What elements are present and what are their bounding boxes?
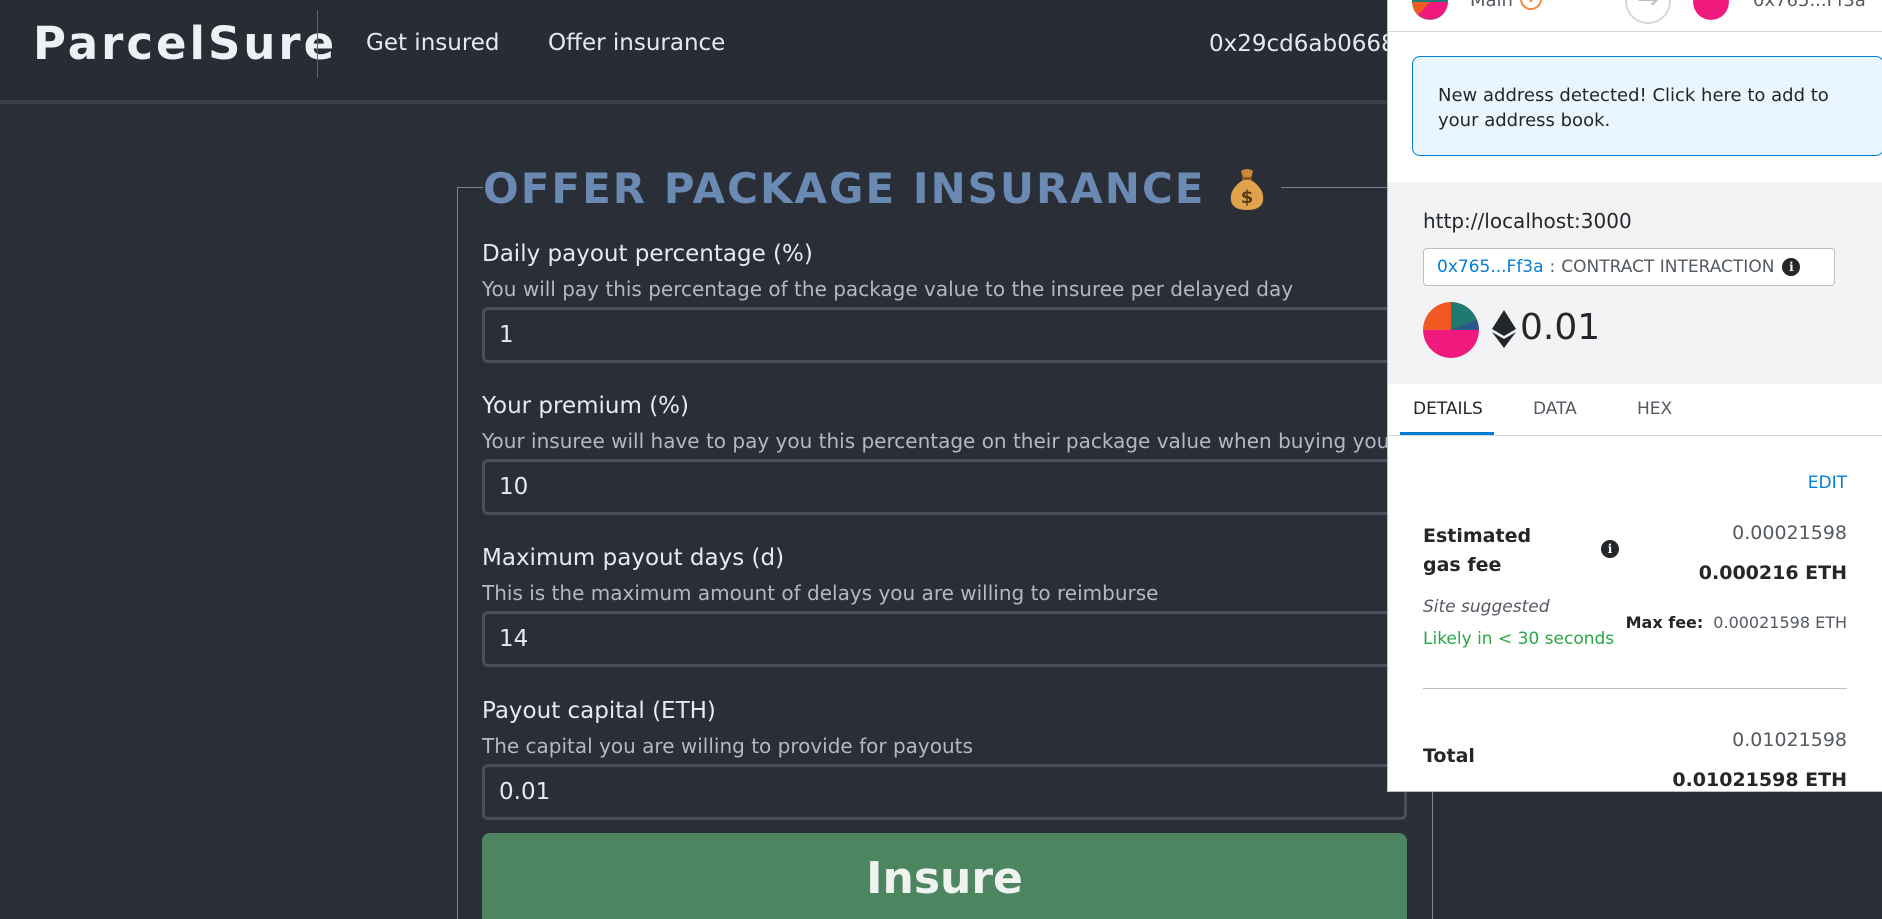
metamask-popup: Main ! → 0x765...Ff3a New address detect… — [1387, 0, 1882, 792]
site-origin: http://localhost:3000 — [1423, 209, 1632, 233]
info-icon[interactable]: i — [1782, 258, 1801, 276]
field-help-text: Your insuree will have to pay you this p… — [482, 429, 1407, 453]
recipient-address: 0x765...Ff3a — [1753, 0, 1866, 11]
account-avatar — [1412, 0, 1448, 20]
gas-fee-value: 0.00021598 — [1732, 522, 1847, 544]
tab-hex[interactable]: HEX — [1637, 399, 1672, 419]
site-suggested-label: Site suggested — [1423, 597, 1550, 617]
separator: : — [1549, 257, 1556, 277]
max-payout-days-input[interactable]: 14 — [482, 611, 1407, 667]
metamask-header: Main ! → 0x765...Ff3a — [1388, 0, 1882, 32]
transaction-type: CONTRACT INTERACTION — [1561, 257, 1775, 277]
total-label: Total — [1423, 745, 1475, 767]
contract-address-link[interactable]: 0x765...Ff3a — [1437, 257, 1544, 277]
wallet-address: 0x29cd6ab0668d — [1209, 31, 1411, 57]
warning-icon: ! — [1520, 0, 1542, 10]
arrow-right-icon: → — [1625, 0, 1671, 24]
daily-payout-field: Daily payout percentage (%) You will pay… — [482, 241, 1407, 363]
ethereum-icon — [1492, 310, 1516, 348]
total-value: 0.01021598 — [1732, 729, 1847, 751]
tab-data[interactable]: DATA — [1533, 399, 1577, 419]
transaction-summary: http://localhost:3000 0x765...Ff3a : CON… — [1388, 182, 1882, 384]
recipient-avatar — [1693, 0, 1729, 20]
max-fee-label: Max fee: — [1625, 613, 1704, 632]
edit-gas-button[interactable]: EDIT — [1808, 473, 1847, 493]
metamask-tabs: DETAILS DATA HEX — [1388, 384, 1882, 436]
max-payout-days-field: Maximum payout days (d) This is the maxi… — [482, 545, 1407, 667]
daily-payout-input[interactable]: 1 — [482, 307, 1407, 363]
likely-time-label: Likely in < 30 seconds — [1423, 629, 1615, 649]
svg-text:$: $ — [1241, 187, 1254, 208]
nav-offer-insurance-link[interactable]: Offer insurance — [548, 30, 725, 56]
new-address-notice[interactable]: New address detected! Click here to add … — [1412, 56, 1882, 156]
max-fee-value: 0.00021598 ETH — [1713, 613, 1847, 632]
page-title: OFFER PACKAGE INSURANCE — [483, 164, 1206, 213]
field-label: Maximum payout days (d) — [482, 545, 785, 571]
field-help-text: You will pay this percentage of the pack… — [482, 277, 1294, 301]
transaction-amount: 0.01 — [1520, 307, 1601, 348]
premium-input[interactable]: 10 — [482, 459, 1407, 515]
field-help-text: This is the maximum amount of delays you… — [482, 581, 1159, 605]
estimated-gas-label: Estimated gas fee — [1423, 525, 1532, 576]
divider — [1423, 688, 1847, 689]
payout-capital-field: Payout capital (ETH) The capital you are… — [482, 698, 1407, 820]
form-legend: OFFER PACKAGE INSURANCE $ — [483, 164, 1282, 213]
network-name: Main — [1470, 0, 1513, 11]
payout-capital-input[interactable]: 0.01 — [482, 764, 1407, 820]
gas-fee-eth: 0.000216 ETH — [1698, 562, 1847, 584]
contract-interaction-pill: 0x765...Ff3a : CONTRACT INTERACTION i — [1423, 248, 1835, 286]
tab-details[interactable]: DETAILS — [1413, 399, 1483, 419]
money-bag-icon: $ — [1231, 168, 1264, 210]
field-label: Payout capital (ETH) — [482, 698, 716, 724]
total-eth: 0.01021598 ETH — [1672, 769, 1847, 791]
active-tab-indicator — [1400, 432, 1494, 435]
account-avatar — [1423, 302, 1479, 358]
nav-get-insured-link[interactable]: Get insured — [366, 30, 500, 56]
max-fee: Max fee: 0.00021598 ETH — [1626, 613, 1847, 632]
field-label: Your premium (%) — [482, 393, 689, 419]
premium-field: Your premium (%) Your insuree will have … — [482, 393, 1407, 515]
brand-logo[interactable]: ParcelSure — [33, 17, 337, 70]
nav-divider — [317, 10, 318, 78]
gas-info-icon[interactable]: i — [1601, 540, 1619, 558]
field-label: Daily payout percentage (%) — [482, 241, 813, 267]
insure-button[interactable]: Insure — [482, 833, 1407, 919]
field-help-text: The capital you are willing to provide f… — [482, 734, 973, 758]
